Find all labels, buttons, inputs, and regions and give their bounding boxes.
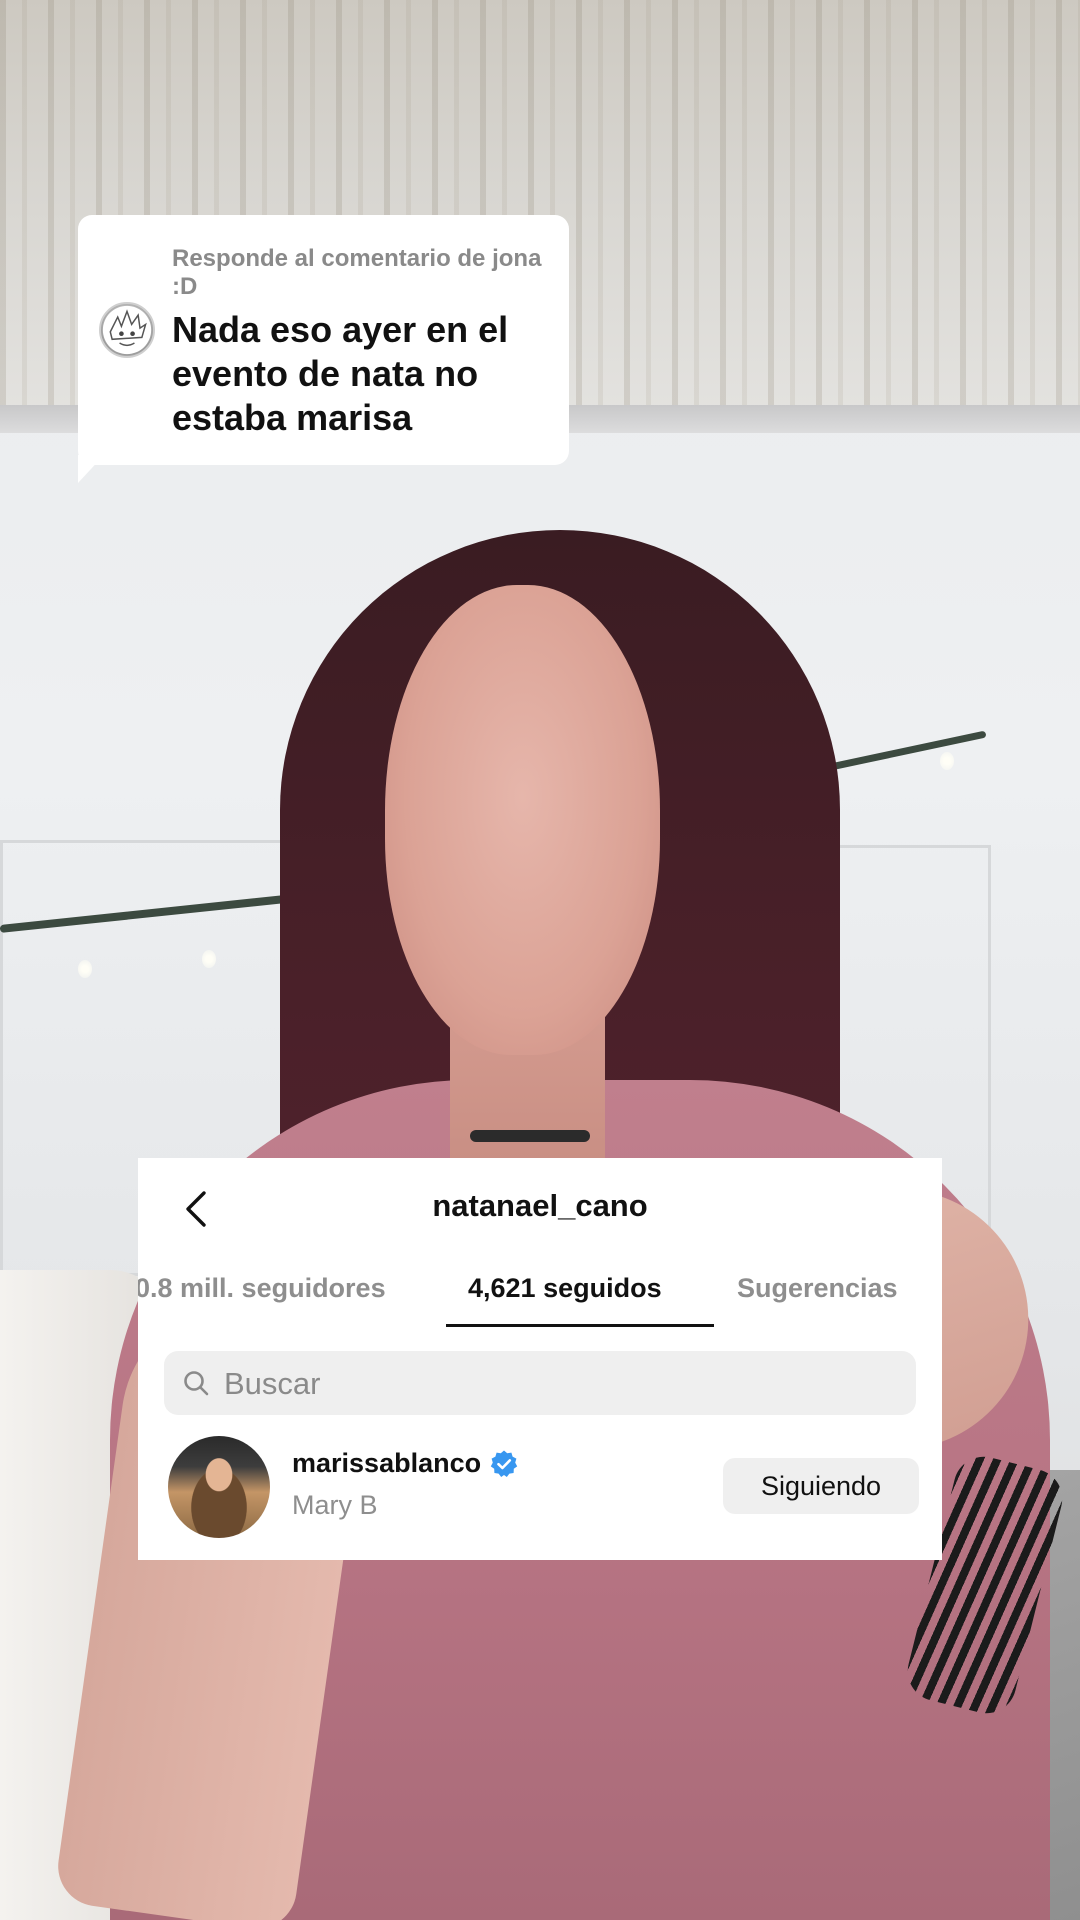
light-bulb — [202, 950, 216, 968]
reply-header: Responde al comentario de jona :D — [172, 245, 542, 300]
tab-suggestions[interactable]: Sugerencias — [737, 1266, 898, 1310]
search-icon — [184, 1371, 209, 1396]
comment-bubble-tail — [78, 455, 104, 483]
light-bulb — [940, 752, 954, 770]
list-username[interactable]: marissablanco — [292, 1448, 481, 1479]
reply-comment-text: Nada eso ayer en el evento de nata no es… — [172, 309, 509, 438]
search-input[interactable] — [222, 1351, 886, 1417]
light-bulb — [78, 960, 92, 978]
following-button[interactable]: Siguiendo — [723, 1458, 919, 1514]
avatar[interactable] — [168, 1436, 270, 1538]
profile-username-title: natanael_cano — [432, 1188, 648, 1223]
following-panel: natanael_cano 0.8 mill. seguidores 4,621… — [138, 1158, 942, 1560]
tab-bar: 0.8 mill. seguidores 4,621 seguidos Suge… — [138, 1266, 942, 1328]
search-bar[interactable] — [164, 1351, 916, 1417]
username-row: marissablanco — [292, 1448, 519, 1479]
choker-necklace — [470, 1130, 590, 1142]
tab-followers[interactable]: 0.8 mill. seguidores — [138, 1266, 386, 1310]
commenter-avatar — [99, 302, 155, 358]
list-item[interactable]: marissablanco Mary B Siguiendo — [138, 1428, 942, 1548]
person-face — [385, 585, 660, 1055]
verified-badge-icon — [490, 1450, 518, 1477]
tab-following[interactable]: 4,621 seguidos — [468, 1266, 662, 1310]
list-display-name: Mary B — [292, 1490, 378, 1520]
active-tab-indicator — [446, 1324, 714, 1327]
